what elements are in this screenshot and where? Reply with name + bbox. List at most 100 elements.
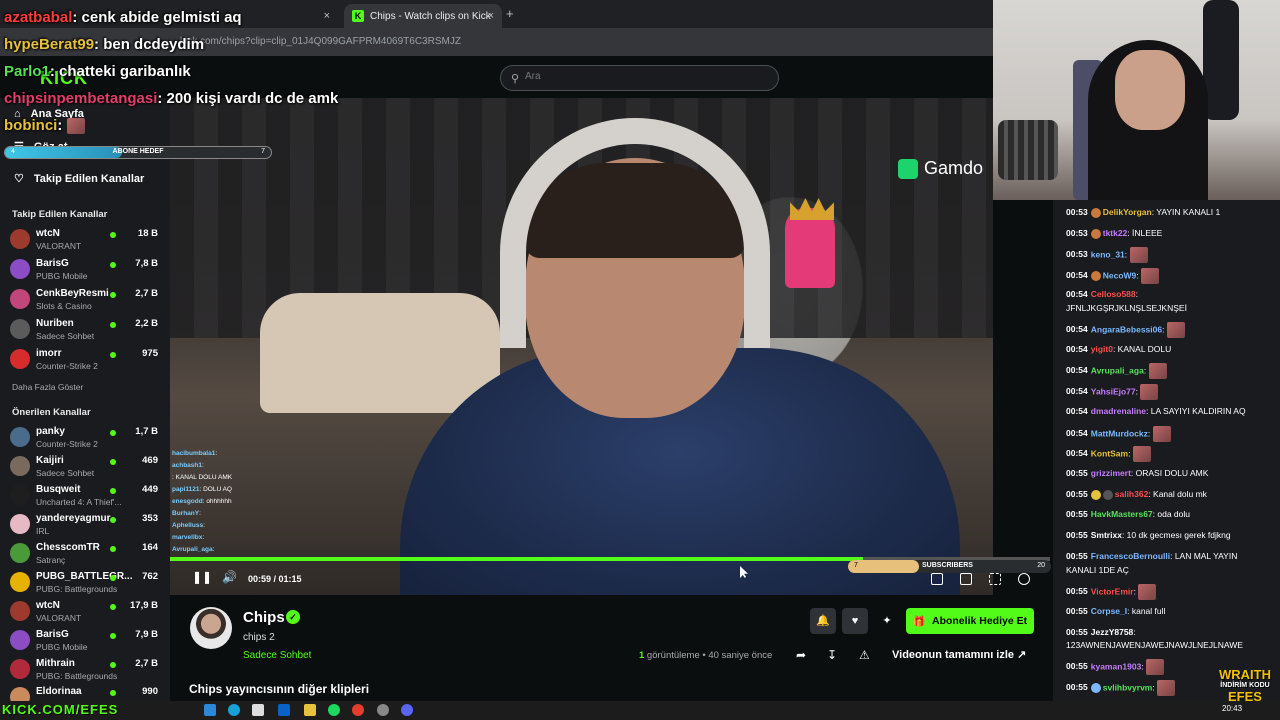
share-icon[interactable]: ➦ [796, 648, 806, 662]
channel-name: yandereyagmur [36, 513, 111, 524]
subscribers-label: SUBSCRIBERS [922, 562, 973, 569]
sponsor-logo: Gamdo [898, 158, 983, 179]
sidebar-channel[interactable]: Kaijiri Sadece Sohbet 469 [10, 453, 162, 481]
video-progress-fill [170, 557, 863, 561]
settings-icon[interactable] [1018, 573, 1030, 585]
file-explorer-icon[interactable] [304, 704, 316, 716]
start-icon[interactable] [204, 704, 216, 716]
chat-message: 00:54 Avrupali_aga: [1066, 363, 1274, 379]
badge-icon [1090, 489, 1101, 500]
channel-name: panky [36, 426, 65, 437]
mini-chat-line: hacibumbala1: [172, 450, 218, 457]
sidebar-channel[interactable]: BarisG PUBG Mobile 7,8 B [10, 256, 162, 284]
live-dot [110, 262, 116, 268]
sidebar-channel[interactable]: yandereyagmur IRL 353 [10, 511, 162, 539]
search-input[interactable] [525, 71, 765, 82]
sub-goal-label: ABONE HEDEF [112, 148, 164, 155]
sponsor-name: Gamdo [924, 158, 984, 178]
sidebar-channel[interactable]: Busqweit Uncharted 4: A Thief'... 449 [10, 482, 162, 510]
search-icon: ⚲ [511, 73, 520, 85]
avatar [10, 229, 30, 249]
edge-icon[interactable] [228, 704, 240, 716]
recommended-heading: Önerilen Kanallar [12, 407, 91, 418]
report-icon[interactable]: ⚠ [859, 648, 870, 662]
avatar [10, 485, 30, 505]
store-icon[interactable] [252, 704, 264, 716]
watch-full-video-link[interactable]: Videonun tamamını izle ↗ [892, 648, 1026, 661]
sidebar-channel[interactable]: imorr Counter-Strike 2 975 [10, 346, 162, 374]
close-tab-icon[interactable]: × [488, 10, 494, 22]
chat-message: 00:54 NecoW9: [1066, 268, 1274, 284]
fullscreen-icon[interactable] [989, 573, 1001, 585]
chrome-icon[interactable] [352, 704, 364, 716]
avatar [10, 630, 30, 650]
wraith-title: WRAITH [1219, 667, 1271, 682]
notification-bell-button[interactable]: 🔔 [810, 608, 836, 634]
show-more-link[interactable]: Daha Fazla Göster [12, 382, 83, 392]
external-link-icon: ↗ [1017, 649, 1027, 661]
chat-message: 00:55 JezzY8758: [1066, 627, 1136, 637]
viewer-count: 18 B [137, 228, 158, 239]
chat-emote [1141, 268, 1160, 284]
gift-subscription-button[interactable]: 🎁 Abonelik Hediye Et [906, 608, 1034, 634]
viewer-count: 2,2 B [135, 318, 158, 329]
badge-icon [1090, 207, 1101, 218]
webcam-microphone [1203, 0, 1239, 120]
nav-following[interactable]: ♡ Takip Edilen Kanallar [14, 172, 144, 186]
sidebar-channel[interactable]: Nuriben Sadece Sohbet 2,2 B [10, 316, 162, 344]
avatar [10, 427, 30, 447]
sidebar-channel[interactable]: wtcN VALORANT 18 B [10, 226, 162, 254]
sparkle-icon[interactable]: ✦ [874, 608, 900, 634]
chat-message: 00:54 KontSam: [1066, 446, 1274, 462]
theater-icon[interactable] [960, 573, 972, 585]
avatar [10, 349, 30, 369]
kick-channel-tag: KICK.COM/EFES [2, 702, 119, 717]
mini-chat-line: marvellbx: [172, 534, 205, 541]
channel-name: wtcN [36, 600, 60, 611]
mini-chat-line: BurhanY: [172, 510, 201, 517]
outlook-icon[interactable] [278, 704, 290, 716]
sidebar-channel[interactable]: Eldorinaa 990 [10, 684, 162, 701]
discord-icon[interactable] [401, 704, 413, 716]
follow-heart-button[interactable]: ♥ [842, 608, 868, 634]
clip-category[interactable]: Sadece Sohbet [243, 650, 311, 661]
video-player[interactable]: Gamdo [170, 98, 993, 595]
sidebar-channel[interactable]: PUBG_BATTLEGR... PUBG: Battlegrounds 762 [10, 569, 162, 597]
pause-button[interactable]: ❚❚ [192, 570, 212, 584]
gamdo-icon [898, 158, 918, 179]
sponsor-wraith-badge: WRAITH İNDİRİM KODU EFES [1212, 668, 1278, 703]
mini-chat-line: papi1121: DOLU AQ [172, 486, 232, 493]
search-box[interactable]: ⚲ [500, 65, 779, 91]
video-pink-helmet [785, 208, 835, 288]
sidebar-channel[interactable]: wtcN VALORANT 17,9 B [10, 598, 162, 626]
avatar [10, 514, 30, 534]
live-dot [110, 459, 116, 465]
browser-tab-active[interactable]: K Chips - Watch clips on Kick × [344, 4, 502, 28]
avatar [10, 572, 30, 592]
avatar [10, 456, 30, 476]
heart-icon: ♡ [14, 173, 24, 185]
sidebar-channel[interactable]: CenkBeyResmi Slots & Casino 2,7 B [10, 286, 162, 314]
download-icon[interactable]: ↧ [827, 648, 837, 662]
avatar [10, 601, 30, 621]
taskbar-clock: 20:43 [1222, 704, 1243, 713]
channel-name[interactable]: Chips [243, 609, 285, 626]
volume-button[interactable]: 🔊 [222, 570, 237, 584]
sidebar: ⌂ Ana Sayfa ☰ Göz at ♡ Takip Edilen Kana… [0, 98, 170, 701]
sidebar-channel[interactable]: panky Counter-Strike 2 1,7 B [10, 424, 162, 452]
channel-category: Counter-Strike 2 [36, 361, 98, 371]
sub-goal-target: 7 [261, 148, 265, 155]
chat-panel: 00:53 DelikYorgan: YAYIN KANALI 1 00:53 tk… [1053, 200, 1280, 701]
obs-icon[interactable] [377, 704, 389, 716]
chat-message: 00:55 Corpse_I: kanal full [1066, 606, 1166, 616]
new-tab-button[interactable]: + [506, 6, 514, 21]
sidebar-channel[interactable]: ChesscomTR Satranç 164 [10, 540, 162, 568]
pip-icon[interactable] [931, 573, 943, 585]
sidebar-channel[interactable]: BarisG PUBG Mobile 7,9 B [10, 627, 162, 655]
sidebar-channel[interactable]: Mithrain PUBG: Battlegrounds 2,7 B [10, 656, 162, 684]
spotify-icon[interactable] [328, 704, 340, 716]
channel-name: Mithrain [36, 658, 75, 669]
channel-category: Uncharted 4: A Thief'... [36, 497, 122, 507]
channel-avatar[interactable] [190, 607, 232, 649]
overlay-chat-line: bobinci: [4, 112, 364, 139]
